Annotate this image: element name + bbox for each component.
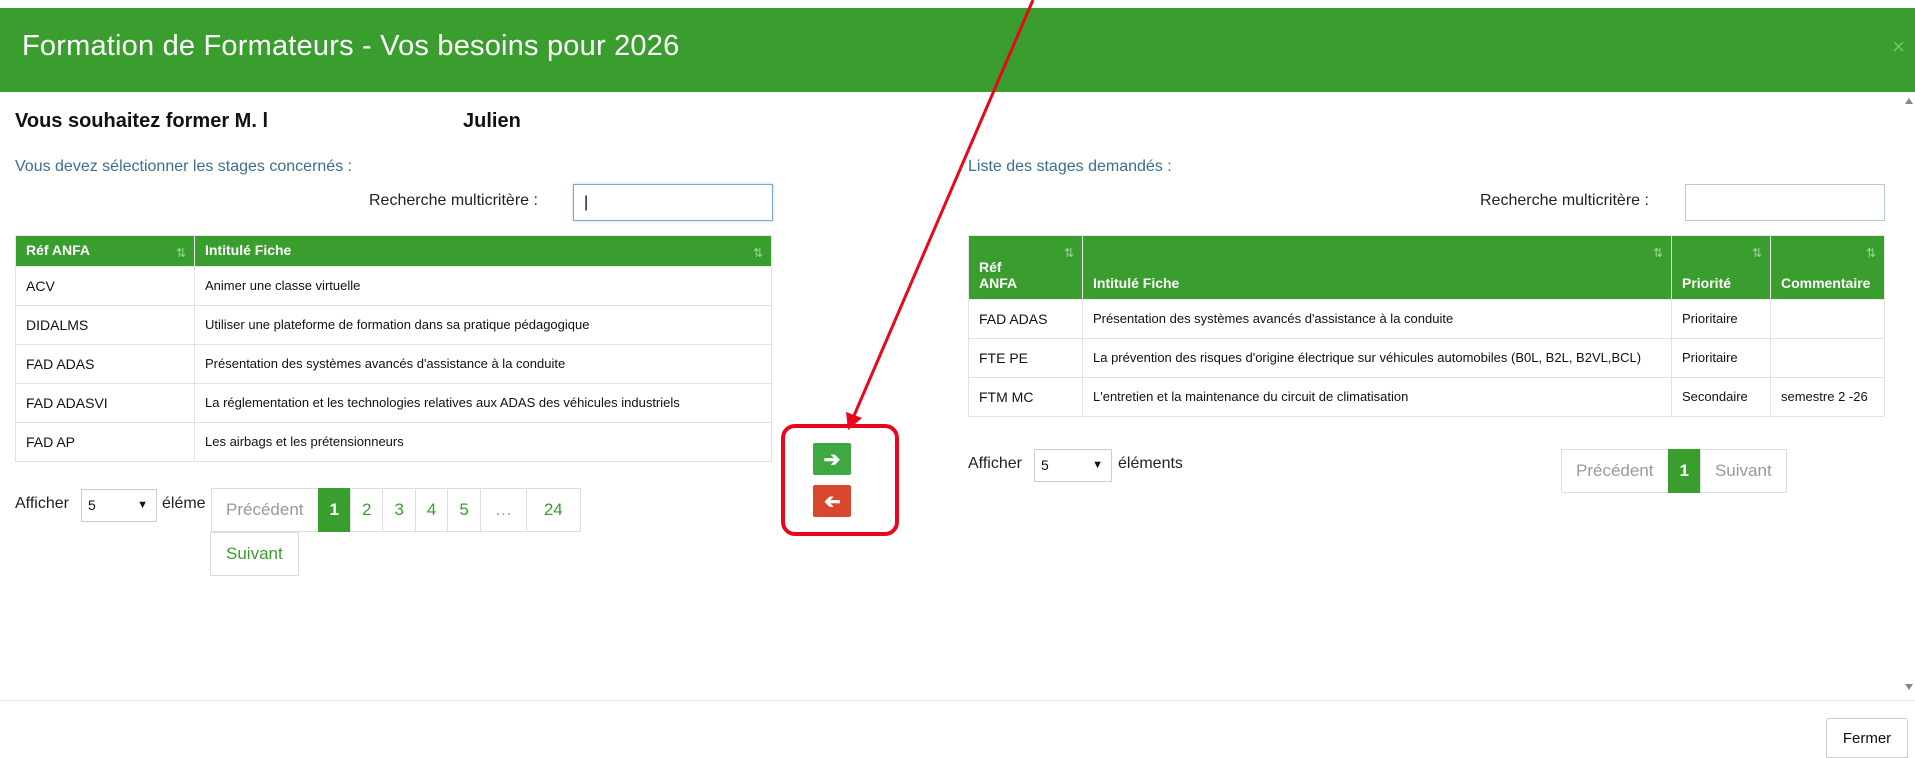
scroll-up-icon[interactable] [1905,98,1913,104]
left-page-button[interactable]: 1 [317,488,351,532]
chevron-down-icon: ▼ [1092,459,1103,471]
column-header-priority[interactable]: Priorité ⇅ [1671,235,1771,300]
right-pagination: Précédent 1 Suivant [1561,449,1787,493]
chevron-down-icon: ▼ [137,499,148,511]
cell-comment: semestre 2 -26 [1770,377,1885,417]
table-row[interactable]: ACV Animer une classe virtuelle [15,266,772,306]
right-length-label: Afficher [968,455,1022,472]
annotation-highlight-box [781,424,899,536]
modal-title: Formation de Formateurs - Vos besoins po… [22,30,680,62]
cell-priority: Prioritaire [1671,338,1771,378]
left-length-select[interactable]: 5 ▼ [81,489,157,522]
trainee-heading: Vous souhaitez former M. l Julien [15,110,521,133]
footer-divider [0,700,1915,701]
left-length-label: Afficher [15,495,69,512]
right-prev-button[interactable]: Précédent [1561,449,1669,493]
left-prev-button[interactable]: Précédent [211,488,319,532]
cell-title: Animer une classe virtuelle [194,266,772,306]
left-page-button[interactable]: 5 [447,488,481,532]
top-strip [0,0,1915,8]
cell-ref: FAD ADASVI [15,383,195,423]
cell-title: Les airbags et les prétensionneurs [194,422,772,462]
column-header-title[interactable]: Intitulé Fiche ⇅ [194,235,772,267]
right-search-input[interactable] [1685,184,1885,221]
column-header-ref[interactable]: Réf ANFA ⇅ [15,235,195,267]
cell-comment [1770,299,1885,339]
left-page-button[interactable]: 4 [414,488,449,532]
table-row[interactable]: FAD ADAS Présentation des systèmes avancé… [968,299,1885,339]
column-header-comment[interactable]: Commentaire ⇅ [1770,235,1885,300]
available-stages-label: Vous devez sélectionner les stages conce… [15,158,353,175]
table-row[interactable]: FAD AP Les airbags et les prétensionneurs [15,422,772,462]
cell-ref: FAD ADAS [15,344,195,384]
cell-ref: FTM MC [968,377,1083,417]
table-row[interactable]: FAD ADAS Présentation des systèmes avancé… [15,344,772,384]
left-search-label: Recherche multicritère : [369,192,538,209]
right-search-label: Recherche multicritère : [1480,192,1649,209]
cell-title: La prévention des risques d'origine élec… [1082,338,1672,378]
cell-title: Utiliser une plateforme de formation dan… [194,305,772,345]
left-next-button[interactable]: Suivant [210,532,299,576]
scroll-down-icon[interactable] [1905,684,1913,690]
right-page-button[interactable]: 1 [1667,449,1701,493]
column-header-title[interactable]: Intitulé Fiche ⇅ [1082,235,1672,300]
requested-stages-table: Réf ANFA ⇅ Intitulé Fiche ⇅ Priorité ⇅ Comm… [968,235,1885,417]
left-pagination-next-row: Suivant [210,532,299,576]
left-page-button[interactable]: 2 [349,488,384,532]
modal-header: Formation de Formateurs - Vos besoins po… [0,8,1915,92]
cell-title: Présentation des systèmes avancés d'assi… [1082,299,1672,339]
left-pagination: Précédent 1 2 3 4 5… 24 [211,488,581,532]
cell-priority: Secondaire [1671,377,1771,417]
cell-ref: ACV [15,266,195,306]
left-page-button[interactable]: 3 [382,488,416,532]
available-stages-table: Réf ANFA ⇅ Intitulé Fiche ⇅ ACV Animer une … [15,235,772,462]
cell-ref: FAD ADAS [968,299,1083,339]
cell-priority: Prioritaire [1671,299,1771,339]
cell-ref: DIDALMS [15,305,195,345]
column-header-ref[interactable]: Réf ANFA ⇅ [968,235,1083,300]
table-row[interactable]: DIDALMS Utiliser une plateforme de format… [15,305,772,345]
trainee-heading-prefix: Vous souhaitez former M. l [15,110,268,132]
cell-ref: FAD AP [15,422,195,462]
cell-title: Présentation des systèmes avancés d'assi… [194,344,772,384]
cell-title: L'entretien et la maintenance du circuit… [1082,377,1672,417]
scrollbar[interactable] [1903,92,1915,700]
right-length-suffix: éléments [1118,455,1183,472]
cell-title: La réglementation et les technologies re… [194,383,772,423]
left-length-suffix: éléme [162,495,206,512]
table-row[interactable]: FTE PE La prévention des risques d'origin… [968,338,1885,378]
right-next-button[interactable]: Suivant [1699,449,1787,493]
cell-ref: FTE PE [968,338,1083,378]
pagination-ellipsis: … [479,488,527,532]
close-icon[interactable]: × [1892,34,1905,60]
table-row[interactable]: FTM MC L'entretien et la maintenance du c… [968,377,1885,417]
trainee-firstname: Julien [463,110,521,132]
left-search-input[interactable] [573,184,773,221]
cell-comment [1770,338,1885,378]
right-length-select[interactable]: 5 ▼ [1034,449,1112,482]
close-button[interactable]: Fermer [1826,718,1908,758]
table-row[interactable]: FAD ADASVI La réglementation et les techn… [15,383,772,423]
requested-stages-label: Liste des stages demandés : [968,158,1172,175]
left-page-button[interactable]: 24 [525,488,581,532]
